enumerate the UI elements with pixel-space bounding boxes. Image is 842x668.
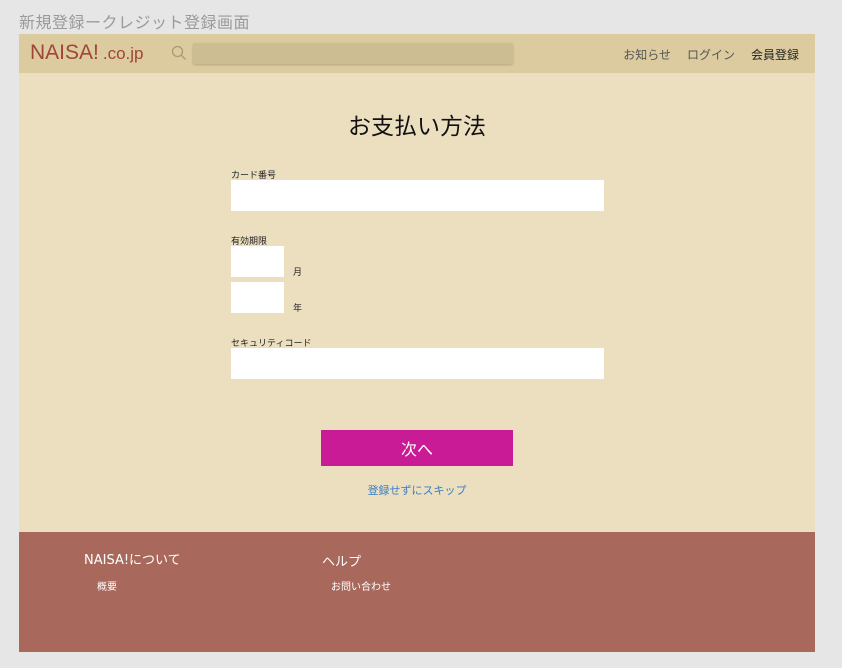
- card-number-input[interactable]: [231, 180, 604, 211]
- next-button[interactable]: 次へ: [321, 430, 513, 466]
- month-unit-label: 月: [293, 268, 303, 278]
- skip-registration-link[interactable]: 登録せずにスキップ: [19, 482, 815, 498]
- search-icon[interactable]: [171, 45, 187, 61]
- expiry-month-input[interactable]: [231, 246, 284, 277]
- security-code-input[interactable]: [231, 348, 604, 379]
- footer-contact-link[interactable]: お問い合わせ: [331, 578, 391, 593]
- footer-about-heading: NAISA!について: [84, 553, 181, 568]
- footer: NAISA!について 概要 ヘルプ お問い合わせ: [19, 532, 815, 652]
- footer-about-overview-link[interactable]: 概要: [97, 578, 117, 593]
- nav-register-link[interactable]: 会員登録: [751, 48, 799, 62]
- year-unit-label: 年: [293, 304, 303, 314]
- screen-title: 新規登録ークレジット登録画面: [19, 13, 251, 32]
- search-input[interactable]: [193, 43, 513, 64]
- logo-main: NAISA!: [30, 41, 99, 64]
- nav-news-link[interactable]: お知らせ: [623, 48, 671, 62]
- app-frame: NAISA! .co.jp お知らせ ログイン 会員登録 お支払い方法 カード番号 有…: [19, 34, 815, 652]
- footer-help-heading: ヘルプ: [322, 555, 362, 570]
- page-title: お支払い方法: [348, 114, 486, 140]
- logo[interactable]: NAISA! .co.jp: [30, 41, 144, 65]
- header-nav: お知らせ ログイン 会員登録: [607, 46, 799, 63]
- header: NAISA! .co.jp お知らせ ログイン 会員登録: [19, 34, 815, 73]
- expiry-year-input[interactable]: [231, 282, 284, 313]
- logo-sub: .co.jp: [102, 44, 144, 63]
- nav-login-link[interactable]: ログイン: [687, 48, 735, 62]
